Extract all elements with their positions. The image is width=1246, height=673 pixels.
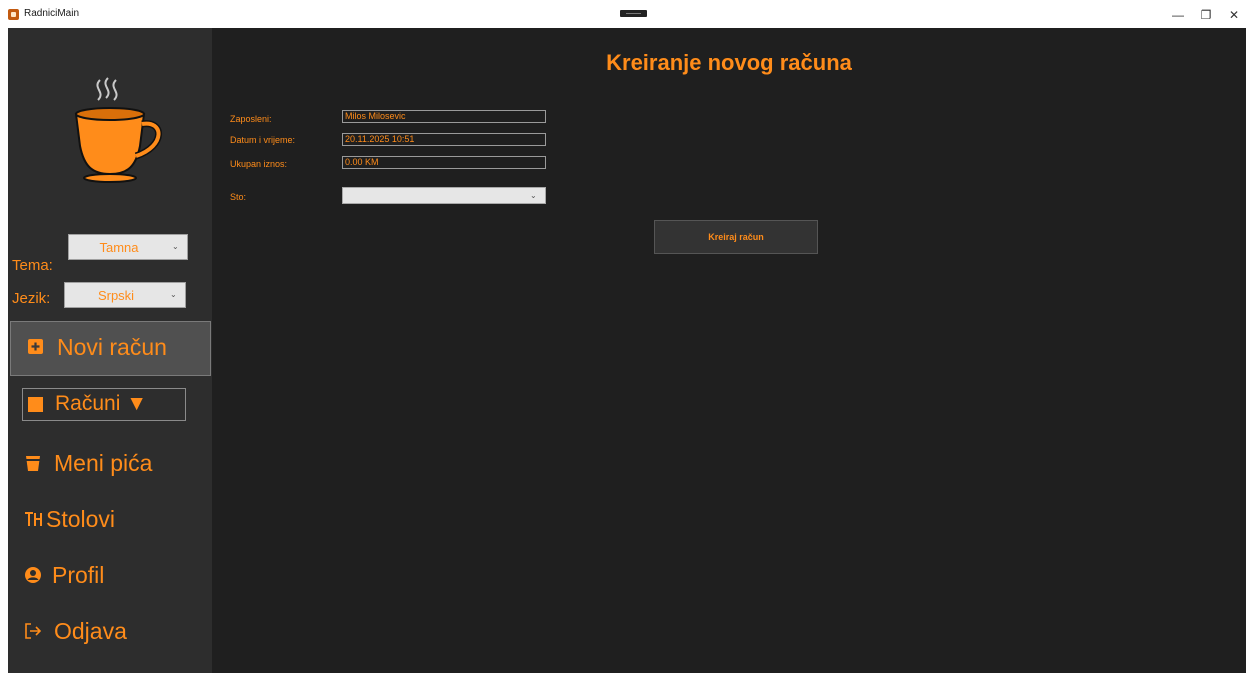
chevron-down-icon: ⌄ [530,191,537,200]
restore-button[interactable]: ❐ [1192,6,1220,24]
nav-logout-label: Odjava [54,618,127,644]
app-icon [8,9,19,20]
plus-square-icon [28,339,43,354]
nav-tables[interactable]: Stolovi [8,494,212,546]
nav-new-invoice-label: Novi račun [57,334,167,360]
window-handle-icon [620,10,647,17]
window-titlebar: RadniciMain — ❐ ✕ [0,0,1246,28]
logout-icon [25,623,42,639]
theme-select-value: Tamna [99,240,139,255]
nav-profile-label: Profil [52,562,105,588]
page-title: Kreiranje novog računa [606,50,852,75]
sidebar: Tema: Tamna ⌄ Jezik: Srpski ⌄ Novi račun… [8,28,212,673]
nav-drinks-menu[interactable]: Meni pića [8,438,212,490]
nav-new-invoice[interactable]: Novi račun [10,321,211,376]
coffee-cup-icon [74,77,162,183]
nav-tables-label: Stolovi [46,506,116,532]
datetime-label: Datum i vrijeme: [230,135,296,145]
employee-label: Zaposleni: [230,114,272,124]
close-button[interactable]: ✕ [1220,6,1246,24]
chevron-down-icon: ⌄ [170,290,177,299]
window-title: RadniciMain [24,8,80,19]
minimize-button[interactable]: — [1164,6,1192,24]
theme-select[interactable]: Tamna ⌄ [68,234,188,260]
theme-label: Tema: [12,257,53,274]
datetime-field[interactable]: 20.11.2025 10:51 [342,133,546,146]
language-label: Jezik: [12,290,51,307]
nav-invoices-label: Računi ▼ [55,392,147,415]
user-circle-icon [25,567,41,583]
table-icon [25,512,42,526]
nav-invoices[interactable]: Računi ▼ [22,388,186,421]
language-select[interactable]: Srpski ⌄ [64,282,186,308]
nav-logout[interactable]: Odjava [8,606,212,658]
nav-profile[interactable]: Profil [8,550,212,602]
main-panel: Kreiranje novog računa Zaposleni: Milos … [212,28,1246,673]
receipt-icon [28,397,43,412]
chevron-down-icon: ⌄ [172,242,179,251]
nav-drinks-menu-label: Meni pića [54,450,153,476]
total-label: Ukupan iznos: [230,159,288,169]
cup-icon [26,456,40,471]
table-select[interactable]: ⌄ [342,187,546,204]
table-label: Sto: [230,192,247,202]
create-invoice-button[interactable]: Kreiraj račun [654,220,818,254]
language-select-value: Srpski [97,288,135,303]
total-field[interactable]: 0.00 KM [342,156,546,169]
employee-field[interactable]: Milos Milosevic [342,110,546,123]
